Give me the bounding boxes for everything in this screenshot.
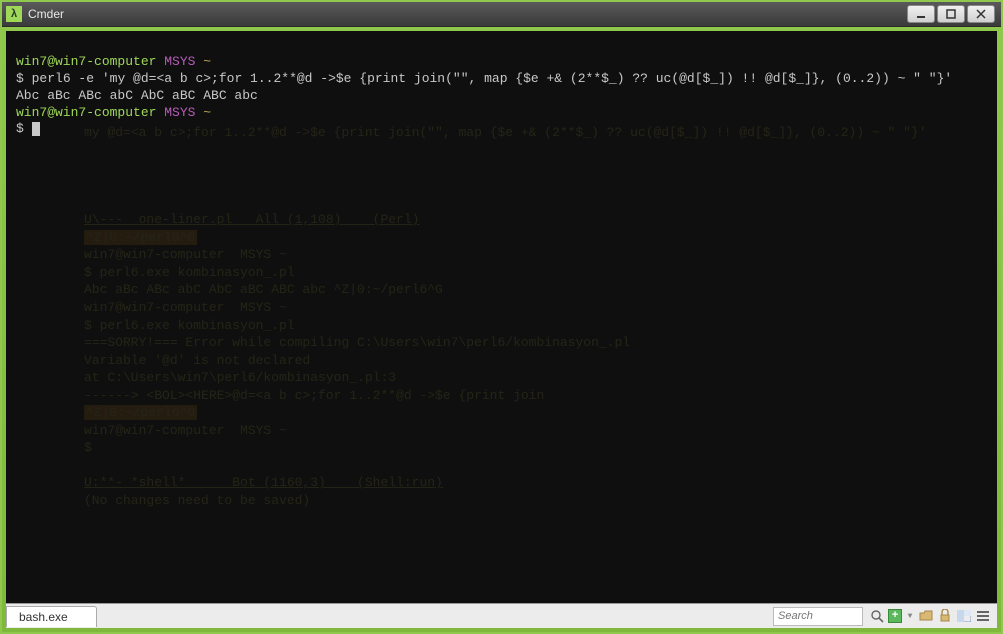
new-tab-dropdown[interactable]: ▼ — [905, 608, 915, 624]
maximize-button[interactable] — [937, 5, 965, 23]
prompt-user: win7@win7-computer — [16, 54, 156, 69]
prompt-user: win7@win7-computer — [16, 105, 156, 120]
terminal-pane[interactable]: win7@win7-computer MSYS ~ $ perl6 -e 'my… — [6, 31, 997, 603]
close-icon — [976, 9, 986, 19]
panes-icon[interactable] — [956, 608, 972, 624]
search-icon[interactable] — [869, 608, 885, 624]
lock-glyph-icon — [939, 609, 951, 623]
prompt-system: MSYS — [164, 54, 195, 69]
menu-icon[interactable] — [975, 608, 991, 624]
folder-icon[interactable] — [918, 608, 934, 624]
search-input[interactable] — [773, 607, 863, 626]
minimize-button[interactable] — [907, 5, 935, 23]
command-output: Abc aBc ABc abC AbC aBC ABC abc — [16, 88, 258, 103]
new-tab-button[interactable]: + — [888, 609, 902, 623]
prompt-symbol: $ — [16, 121, 24, 136]
magnifier-icon — [871, 610, 884, 623]
panes-glyph-icon — [957, 610, 971, 622]
window-title: Cmder — [28, 7, 907, 21]
prompt-symbol: $ — [16, 71, 24, 86]
tab-bash[interactable]: bash.exe — [6, 606, 97, 627]
minimize-icon — [916, 9, 926, 19]
maximize-icon — [946, 9, 956, 19]
prompt-path: ~ — [203, 54, 211, 69]
folder-glyph-icon — [919, 609, 933, 623]
hamburger-icon — [977, 610, 989, 622]
statusbar: bash.exe + ▼ — [6, 603, 997, 628]
prompt-system: MSYS — [164, 105, 195, 120]
lock-icon[interactable] — [937, 608, 953, 624]
status-icons: + ▼ — [863, 608, 997, 624]
command-line: perl6 -e 'my @d=<a b c>;for 1..2**@d ->$… — [32, 71, 953, 86]
prompt-path: ~ — [203, 105, 211, 120]
app-icon: λ — [6, 6, 22, 22]
background-ghost-text: my @d=<a b c>;for 1..2**@d ->$e {print j… — [84, 106, 977, 583]
app-window: λ Cmder win7@win7-computer MSYS ~ $ perl… — [0, 0, 1003, 634]
titlebar[interactable]: λ Cmder — [2, 2, 1001, 27]
window-controls — [907, 5, 995, 23]
close-button[interactable] — [967, 5, 995, 23]
cursor — [32, 122, 40, 136]
